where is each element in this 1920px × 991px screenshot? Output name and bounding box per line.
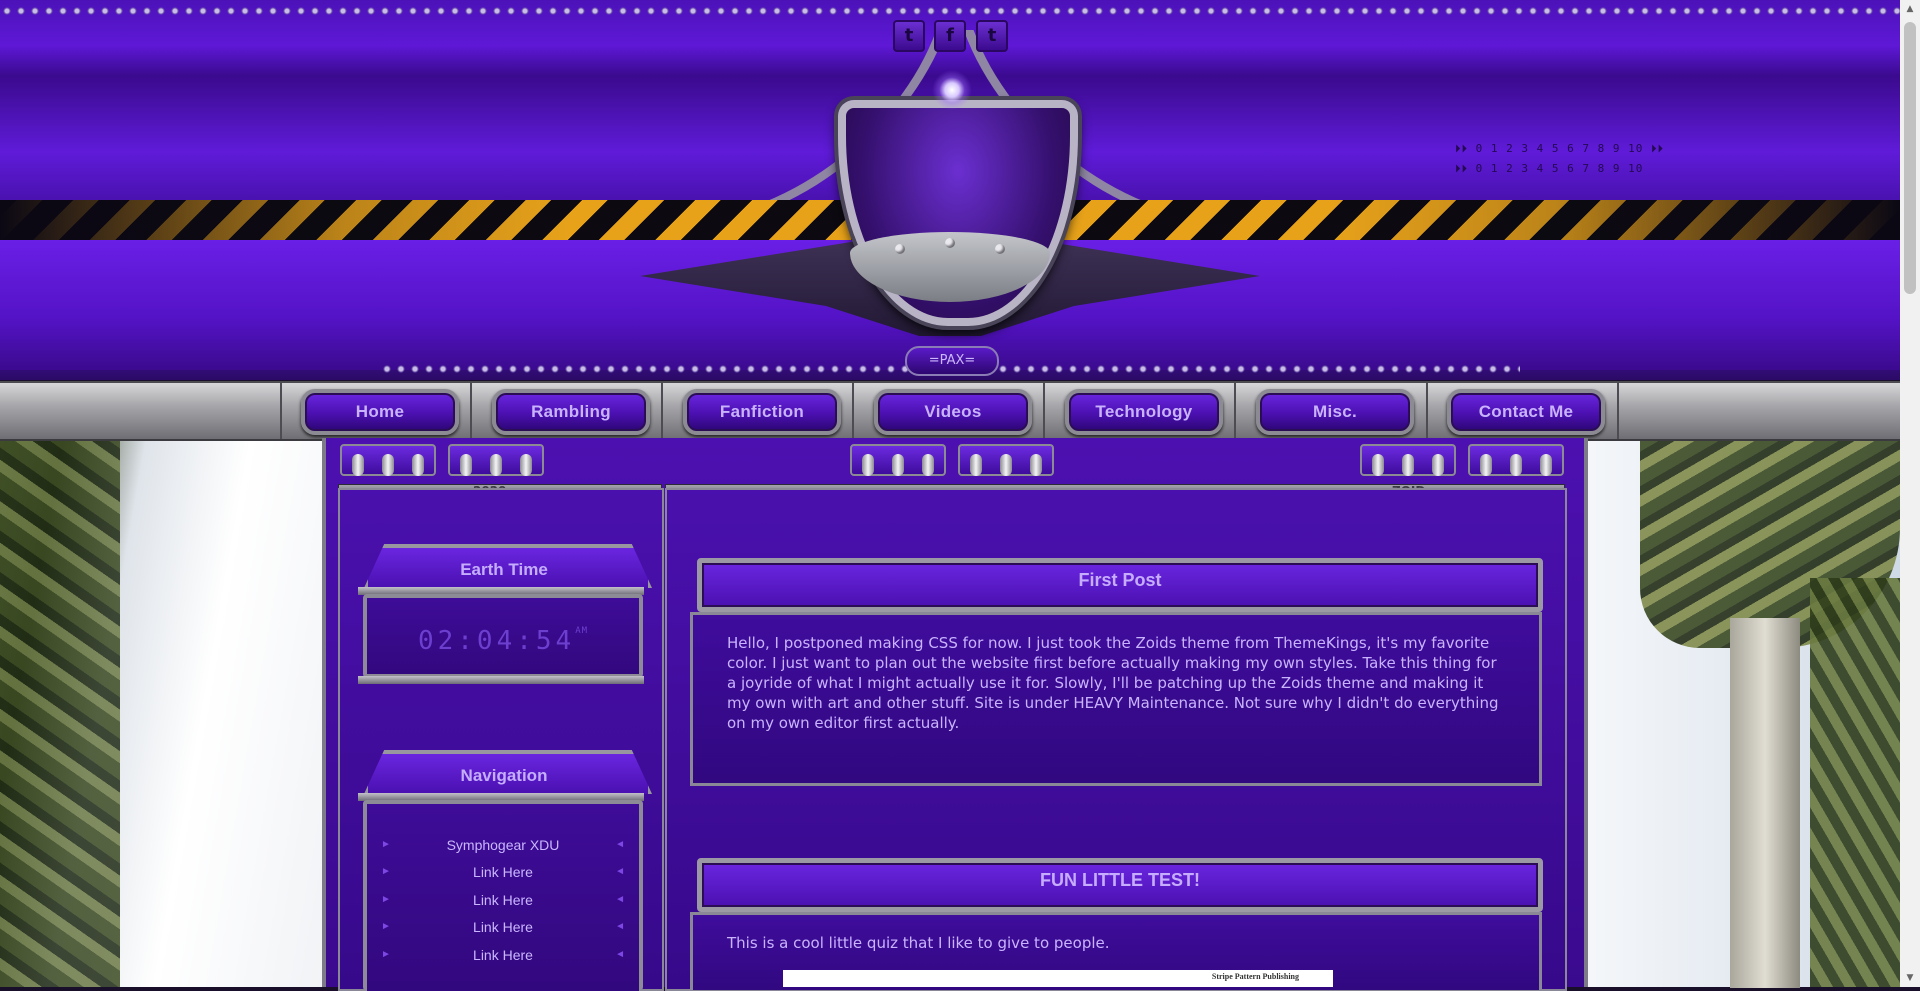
clamp-cylinder	[1432, 454, 1444, 476]
clock-display: 02:04:54AM	[367, 626, 639, 656]
widget-metal-bar	[358, 676, 644, 684]
arrow-left-icon: ◄	[615, 894, 625, 905]
main-nav-bar: Home Rambling Fanfiction Videos Technolo…	[0, 381, 1900, 441]
sidebar-link-label: Link Here	[473, 919, 533, 935]
post-text: This is a cool little quiz that I like t…	[727, 934, 1110, 952]
tumblr-icon[interactable]: t	[893, 20, 925, 52]
sidebar-link[interactable]: ► Link Here ◄	[367, 892, 639, 908]
counter-row: ⏵⏵ 0 1 2 3 4 5 6 7 8 9 10 ⏵⏵	[1455, 142, 1664, 155]
nav-fanfiction[interactable]: Fanfiction	[683, 389, 841, 435]
nav-home[interactable]: Home	[301, 389, 459, 435]
nav-divider	[1426, 383, 1428, 439]
palm-leaves-edge	[1810, 578, 1900, 987]
sidebar-link-label: Link Here	[473, 864, 533, 880]
twitter-icon[interactable]: t	[976, 20, 1008, 52]
rivet-row-top	[0, 4, 1900, 18]
sidebar-link[interactable]: ► Link Here ◄	[367, 947, 639, 963]
clamp-cylinder	[1030, 454, 1042, 476]
clamp-cylinder	[1000, 454, 1012, 476]
bolt-icon	[895, 244, 905, 254]
sidebar-link-label: Symphogear XDU	[446, 837, 560, 853]
nav-misc[interactable]: Misc.	[1256, 389, 1414, 435]
clamp-cylinder	[382, 454, 394, 476]
site-header: t f t ⏵⏵ 0 1 2 3 4 5 6 7 8 9 10 ⏵⏵ ⏵⏵ 0 …	[0, 0, 1900, 380]
clamp-cylinder	[1510, 454, 1522, 476]
arrow-left-icon: ◄	[615, 949, 625, 960]
nav-contact-me[interactable]: Contact Me	[1447, 389, 1605, 435]
nav-videos[interactable]: Videos	[874, 389, 1032, 435]
clamp-cylinder	[460, 454, 472, 476]
arrow-right-icon: ►	[381, 921, 391, 932]
sidebar-link[interactable]: ► Link Here ◄	[367, 919, 639, 935]
bolt-icon	[945, 238, 955, 248]
post-text: Hello, I postponed making CSS for now. I…	[727, 634, 1499, 732]
palm-trunk	[1730, 618, 1800, 988]
facebook-icon[interactable]: f	[934, 20, 966, 52]
arrow-left-icon: ◄	[615, 921, 625, 932]
arrow-left-icon: ◄	[615, 866, 625, 877]
nav-rambling[interactable]: Rambling	[492, 389, 650, 435]
clamp-cylinder	[922, 454, 934, 476]
clock-widget-title: Earth Time	[460, 560, 548, 579]
scrollbar-thumb[interactable]	[1904, 22, 1916, 294]
nav-divider	[1043, 383, 1045, 439]
background-palm-left	[0, 438, 322, 987]
nav-divider	[1617, 383, 1619, 439]
clamp-bracket	[1468, 444, 1564, 476]
quiz-embed-caption: Stripe Pattern Publishing	[1211, 972, 1299, 981]
clamp-cylinder	[892, 454, 904, 476]
scroll-up-icon[interactable]: ▲	[1900, 0, 1920, 18]
clamp-cylinder	[1540, 454, 1552, 476]
arrow-right-icon: ►	[381, 866, 391, 877]
clamp-cylinder	[412, 454, 424, 476]
nav-divider	[661, 383, 663, 439]
clamp-bracket	[340, 444, 436, 476]
header-counter-readout: ⏵⏵ 0 1 2 3 4 5 6 7 8 9 10 ⏵⏵ ⏵⏵ 0 1 2 3 …	[1455, 142, 1664, 182]
nav-divider	[1234, 383, 1236, 439]
sidebar-link-label: Link Here	[473, 892, 533, 908]
nav-divider	[852, 383, 854, 439]
clamp-cylinder	[352, 454, 364, 476]
arrow-right-icon: ►	[381, 839, 391, 850]
arrow-left-icon: ◄	[615, 839, 625, 850]
clock-ampm: AM	[575, 626, 589, 636]
counter-row: ⏵⏵ 0 1 2 3 4 5 6 7 8 9 10	[1455, 162, 1644, 175]
nav-divider	[280, 383, 282, 439]
sidebar-link-label: Link Here	[473, 947, 533, 963]
clamp-cylinder	[970, 454, 982, 476]
post-title: First Post	[1078, 570, 1162, 590]
clamp-bracket	[1360, 444, 1456, 476]
clock-time: 02:04:54	[417, 626, 576, 656]
nav-widget-title: Navigation	[460, 766, 548, 785]
clamp-cylinder	[1402, 454, 1414, 476]
sidebar-link-symphogear-xdu[interactable]: ► Symphogear XDU ◄	[367, 837, 639, 853]
clamp-cylinder	[1480, 454, 1492, 476]
bolt-icon	[995, 244, 1005, 254]
nav-technology[interactable]: Technology	[1065, 389, 1223, 435]
clamp-bracket	[850, 444, 946, 476]
clamp-cylinder	[862, 454, 874, 476]
arrow-right-icon: ►	[381, 894, 391, 905]
clamp-cylinder	[490, 454, 502, 476]
post-title: FUN LITTLE TEST!	[1040, 870, 1200, 890]
arrow-right-icon: ►	[381, 949, 391, 960]
clamp-bracket	[958, 444, 1054, 476]
clamp-cylinder	[1372, 454, 1384, 476]
background-palm-right	[1580, 438, 1902, 988]
quiz-embed-image[interactable]: Stripe Pattern Publishing	[783, 970, 1333, 987]
nav-divider	[470, 383, 472, 439]
clamp-cylinder	[520, 454, 532, 476]
scroll-down-icon[interactable]: ▼	[1900, 969, 1920, 987]
page-scrollbar[interactable]: ▲ ▼	[1900, 0, 1920, 987]
clamp-bracket	[448, 444, 544, 476]
sidebar-link[interactable]: ► Link Here ◄	[367, 864, 639, 880]
pax-badge: =PAX=	[905, 346, 999, 376]
sparkle-icon	[932, 70, 972, 110]
